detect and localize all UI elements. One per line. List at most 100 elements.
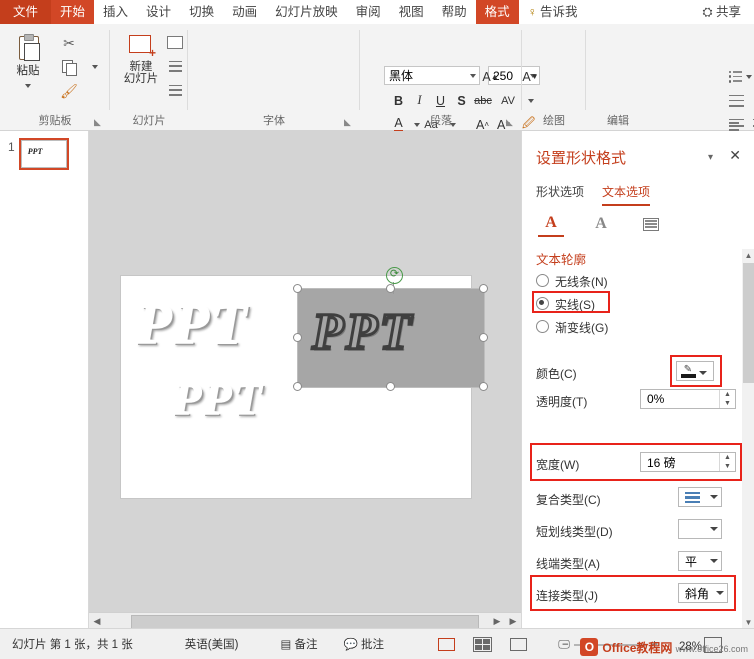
option-no-line[interactable]: 无线条(N) — [536, 273, 608, 290]
pane-scroll-thumb[interactable] — [743, 263, 754, 383]
dash-type-combo[interactable] — [678, 519, 722, 539]
watermark-logo: O Office教程网 www.office26.com — [580, 638, 748, 656]
resize-handle-ne[interactable] — [479, 284, 488, 293]
clipboard-dialog-launcher[interactable]: ◣ — [94, 117, 104, 127]
share-button[interactable]: ⛭ 共享 — [694, 0, 751, 24]
tell-me-box[interactable]: ♀告诉我 — [519, 0, 587, 24]
hscroll-right-arrow[interactable]: ▶ — [489, 613, 505, 629]
lightbulb-icon: ♀ — [528, 5, 537, 19]
tab-file[interactable]: 文件 — [0, 0, 51, 24]
text-fill-outline-icon[interactable]: A — [538, 211, 564, 237]
paragraph-dialog-launcher[interactable]: ◣ — [506, 117, 516, 127]
text-effects-icon[interactable]: A — [588, 212, 614, 236]
highlight-join-type — [530, 575, 736, 611]
option-gradient-line-label: 渐变线(G) — [555, 321, 608, 335]
stage-hscrollbar[interactable]: ◀ ▶ ▶ — [89, 612, 521, 629]
bullets-dropdown[interactable] — [744, 66, 754, 87]
cut-button[interactable]: ✂ — [56, 32, 82, 54]
share-label: 共享 — [716, 5, 741, 19]
resize-handle-w[interactable] — [293, 333, 302, 342]
selected-shape[interactable]: PPT — [297, 288, 485, 388]
option-gradient-line[interactable]: 渐变线(G) — [536, 319, 608, 336]
hscroll-left-arrow[interactable]: ◀ — [89, 613, 105, 629]
align-left-icon — [729, 119, 744, 131]
label-color: 颜色(C) — [536, 365, 577, 382]
pane-dropdown-icon[interactable]: ▾ — [708, 152, 713, 163]
wordart-back-2[interactable]: PPT — [173, 372, 263, 425]
new-slide-button[interactable]: + 新建幻灯片 — [116, 30, 166, 104]
zoom-out-icon[interactable]: − — [562, 639, 569, 651]
paste-dropdown-arrow[interactable] — [25, 84, 31, 88]
pane-scrollbar[interactable]: ▲ ▼ — [742, 249, 754, 629]
watermark-badge: O — [580, 638, 598, 656]
radio-no-line[interactable] — [536, 274, 549, 287]
cap-type-value: 平 — [679, 553, 697, 570]
group-slides: + 新建幻灯片 幻灯片 — [110, 24, 188, 130]
thumbnail-slide-1[interactable]: PPT — [21, 140, 67, 168]
tab-home[interactable]: 开始 — [51, 0, 94, 24]
dash-type-arrow[interactable] — [706, 520, 721, 538]
view-normal-button[interactable] — [436, 636, 456, 652]
cap-type-combo[interactable]: 平 — [678, 551, 722, 571]
layout-button[interactable] — [162, 32, 188, 52]
tab-format[interactable]: 格式 — [476, 0, 519, 24]
status-notes[interactable]: ▤ 备注 — [280, 636, 317, 652]
status-bar: 幻灯片 第 1 张，共 1 张 英语(美国) ▤ 备注 💬 批注 🖵 − + 2… — [0, 628, 754, 659]
thumbnail-item[interactable]: 1 PPT — [8, 140, 67, 168]
option-no-line-label: 无线条(N) — [555, 275, 608, 289]
tab-view[interactable]: 视图 — [390, 0, 433, 24]
slide-editing-area[interactable]: PPT PPT PPT ⟳ ◀ ▶ ▶ — [89, 131, 521, 629]
transparency-arrows[interactable]: ▲▼ — [719, 390, 735, 408]
tab-animations[interactable]: 动画 — [223, 0, 266, 24]
compound-type-combo[interactable] — [678, 487, 722, 507]
section-title-text-outline: 文本轮廓 — [536, 249, 586, 268]
ribbon-body: 粘贴 ✂ 🖌 剪贴板 ◣ + 新建幻灯片 — [0, 24, 754, 131]
textbox-icon[interactable] — [638, 212, 664, 236]
rotate-handle[interactable]: ⟳ — [386, 267, 403, 284]
tab-slideshow[interactable]: 幻灯片放映 — [266, 0, 347, 24]
view-sorter-button[interactable] — [472, 636, 492, 652]
tab-transitions[interactable]: 切换 — [180, 0, 223, 24]
format-painter-button[interactable]: 🖌 — [56, 80, 82, 102]
resize-handle-se[interactable] — [479, 382, 488, 391]
tab-insert[interactable]: 插入 — [94, 0, 137, 24]
hscroll-end[interactable]: ▶ — [505, 613, 521, 629]
new-slide-icon: + — [126, 34, 156, 60]
thumbnail-number: 1 — [8, 140, 15, 154]
pane-tab-text-options[interactable]: 文本选项 — [602, 183, 650, 206]
view-reading-button[interactable] — [508, 636, 528, 652]
status-comments[interactable]: 💬 批注 — [344, 636, 385, 652]
transparency-spinner[interactable]: 0% ▲▼ — [640, 389, 736, 409]
bullets-button[interactable] — [728, 66, 744, 87]
resize-handle-n[interactable] — [386, 284, 395, 293]
pane-tab-shape-options[interactable]: 形状选项 — [536, 183, 584, 206]
resize-handle-sw[interactable] — [293, 382, 302, 391]
status-language[interactable]: 英语(美国) — [185, 636, 239, 652]
cap-type-arrow[interactable] — [706, 552, 721, 570]
tab-help[interactable]: 帮助 — [433, 0, 476, 24]
tell-me-label: 告诉我 — [540, 5, 578, 19]
resize-handle-e[interactable] — [479, 333, 488, 342]
tab-design[interactable]: 设计 — [137, 0, 180, 24]
group-editing: 🔍 编辑 编辑 — [586, 24, 650, 130]
radio-gradient-line[interactable] — [536, 320, 549, 333]
line-spacing-button[interactable] — [728, 90, 744, 111]
pane-scroll-up[interactable]: ▲ — [742, 249, 754, 262]
reset-button[interactable] — [162, 56, 188, 76]
section-button[interactable] — [162, 80, 188, 100]
wordart-back-1[interactable]: PPT — [136, 290, 248, 357]
copy-dropdown[interactable] — [82, 56, 108, 78]
pane-tabs: 形状选项 文本选项 — [536, 183, 650, 206]
resize-handle-s[interactable] — [386, 382, 395, 391]
compound-type-arrow[interactable] — [706, 488, 721, 506]
tab-review[interactable]: 审阅 — [347, 0, 390, 24]
pane-close-icon[interactable]: ✕ — [729, 147, 741, 164]
group-title-editing: 编辑 — [586, 112, 650, 128]
hscroll-thumb[interactable] — [131, 615, 479, 629]
group-title-font: 字体 — [188, 112, 360, 128]
font-dialog-launcher[interactable]: ◣ — [344, 117, 354, 127]
paste-icon — [15, 34, 41, 60]
copy-button[interactable] — [56, 56, 82, 78]
paste-button[interactable]: 粘贴 — [6, 30, 50, 104]
resize-handle-nw[interactable] — [293, 284, 302, 293]
